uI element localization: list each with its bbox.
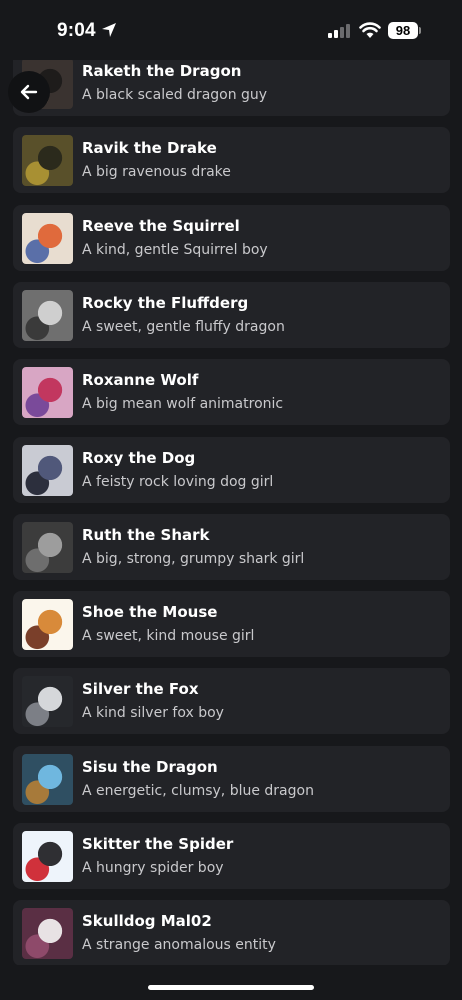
character-name: Skitter the Spider: [82, 835, 234, 853]
character-avatar: [22, 908, 73, 959]
character-avatar: [22, 367, 73, 418]
character-name: Sisu the Dragon: [82, 758, 218, 776]
character-description: A sweet, kind mouse girl: [82, 628, 255, 644]
arrow-left-icon: [20, 84, 38, 100]
character-card[interactable]: Skulldog Mal02 A strange anomalous entity: [13, 900, 450, 966]
character-card[interactable]: Roxanne Wolf A big mean wolf animatronic: [13, 359, 450, 425]
status-bar: 9:04 98: [0, 0, 462, 60]
character-card[interactable]: Reeve the Squirrel A kind, gentle Squirre…: [13, 205, 450, 271]
character-name: Raketh the Dragon: [82, 62, 242, 80]
character-card[interactable]: Ruth the Shark A big, strong, grumpy shar…: [13, 514, 450, 580]
character-description: A kind silver fox boy: [82, 705, 224, 721]
character-description: A sweet, gentle fluffy dragon: [82, 319, 285, 335]
battery-icon: 98: [388, 22, 418, 39]
character-card[interactable]: Skitter the Spider A hungry spider boy: [13, 823, 450, 889]
character-list: Raketh the Dragon A black scaled dragon g…: [0, 0, 462, 1000]
home-indicator[interactable]: [148, 985, 314, 990]
character-name: Ravik the Drake: [82, 139, 217, 157]
character-name: Ruth the Shark: [82, 526, 210, 544]
character-name: Rocky the Fluffderg: [82, 294, 249, 312]
character-name: Skulldog Mal02: [82, 912, 212, 930]
wifi-icon: [359, 22, 381, 38]
character-name: Roxy the Dog: [82, 449, 196, 467]
character-card[interactable]: Rocky the Fluffderg A sweet, gentle fluff…: [13, 282, 450, 348]
character-avatar: [22, 213, 73, 264]
cellular-signal-icon: [328, 24, 350, 38]
character-description: A feisty rock loving dog girl: [82, 474, 274, 490]
character-name: Shoe the Mouse: [82, 603, 218, 621]
character-card[interactable]: Silver the Fox A kind silver fox boy: [13, 668, 450, 734]
character-avatar: [22, 522, 73, 573]
character-avatar: [22, 290, 73, 341]
location-arrow-icon: [102, 23, 116, 37]
character-card[interactable]: Shoe the Mouse A sweet, kind mouse girl: [13, 591, 450, 657]
character-description: A kind, gentle Squirrel boy: [82, 242, 268, 258]
character-card[interactable]: Roxy the Dog A feisty rock loving dog gir…: [13, 437, 450, 503]
status-time: 9:04: [57, 20, 96, 41]
character-description: A hungry spider boy: [82, 860, 224, 876]
bottom-bar: [0, 965, 462, 1000]
character-description: A big, strong, grumpy shark girl: [82, 551, 305, 567]
character-description: A strange anomalous entity: [82, 937, 276, 953]
character-description: A big mean wolf animatronic: [82, 396, 284, 412]
character-avatar: [22, 445, 73, 496]
character-description: A energetic, clumsy, blue dragon: [82, 783, 314, 799]
character-name: Roxanne Wolf: [82, 371, 199, 389]
battery-level: 98: [395, 23, 411, 38]
character-card[interactable]: Sisu the Dragon A energetic, clumsy, blue…: [13, 746, 450, 812]
character-avatar: [22, 135, 73, 186]
character-name: Reeve the Squirrel: [82, 217, 240, 235]
character-avatar: [22, 599, 73, 650]
back-button[interactable]: [8, 71, 50, 113]
character-card[interactable]: Ravik the Drake A big ravenous drake: [13, 127, 450, 193]
character-name: Silver the Fox: [82, 680, 199, 698]
character-avatar: [22, 831, 73, 882]
character-description: A black scaled dragon guy: [82, 87, 268, 103]
character-avatar: [22, 754, 73, 805]
character-description: A big ravenous drake: [82, 164, 231, 180]
character-avatar: [22, 676, 73, 727]
battery-cap: [419, 27, 421, 34]
